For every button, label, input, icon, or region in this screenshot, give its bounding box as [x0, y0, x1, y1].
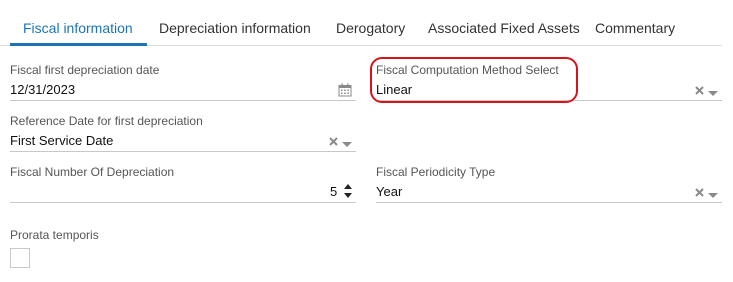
fiscal-periodicity-type-select[interactable]: Fiscal Periodicity Type Year — [376, 165, 722, 203]
field-label: Prorata temporis — [10, 228, 99, 242]
tab-bar: Fiscal information Depreciation informat… — [0, 0, 722, 46]
field-label: Fiscal Computation Method Select — [376, 63, 559, 77]
calendar-icon[interactable] — [338, 83, 352, 99]
select-value[interactable]: First Service Date — [10, 133, 113, 148]
chevron-down-icon[interactable] — [708, 189, 718, 201]
select-value[interactable]: Linear — [376, 82, 412, 97]
active-tab-indicator — [10, 43, 147, 46]
clear-icon[interactable] — [329, 136, 338, 148]
field-label: Fiscal first depreciation date — [10, 63, 160, 77]
field-label: Fiscal Number Of Depreciation — [10, 165, 175, 179]
field-underline — [376, 202, 722, 203]
fiscal-first-depreciation-date-field[interactable]: Fiscal first depreciation date 12/31/202… — [10, 63, 356, 101]
number-input[interactable]: 5 — [330, 184, 337, 199]
field-underline — [10, 100, 356, 101]
tab-depreciation-information[interactable]: Depreciation information — [159, 12, 311, 46]
field-underline — [376, 100, 722, 101]
chevron-down-icon[interactable] — [708, 87, 718, 99]
chevron-down-icon[interactable] — [342, 138, 352, 150]
clear-icon[interactable] — [695, 187, 704, 199]
reference-date-select[interactable]: Reference Date for first depreciation Fi… — [10, 114, 356, 152]
field-underline — [10, 202, 356, 203]
field-label: Reference Date for first depreciation — [10, 114, 203, 128]
clear-icon[interactable] — [695, 85, 704, 97]
tab-associated-fixed-assets[interactable]: Associated Fixed Assets — [428, 12, 580, 46]
tab-commentary[interactable]: Commentary — [595, 12, 675, 46]
stepper-icon[interactable] — [343, 183, 353, 201]
prorata-temporis-checkbox[interactable] — [10, 248, 30, 268]
date-input[interactable]: 12/31/2023 — [10, 82, 75, 97]
tab-fiscal-information[interactable]: Fiscal information — [23, 12, 133, 46]
fiscal-number-of-depreciation-field[interactable]: Fiscal Number Of Depreciation 5 — [10, 165, 356, 203]
prorata-temporis-field: Prorata temporis — [10, 228, 210, 248]
field-label: Fiscal Periodicity Type — [376, 165, 496, 179]
tab-derogatory[interactable]: Derogatory — [336, 12, 405, 46]
select-value[interactable]: Year — [376, 184, 402, 199]
fiscal-computation-method-select[interactable]: Fiscal Computation Method Select Linear — [376, 63, 722, 101]
field-underline — [10, 151, 356, 152]
